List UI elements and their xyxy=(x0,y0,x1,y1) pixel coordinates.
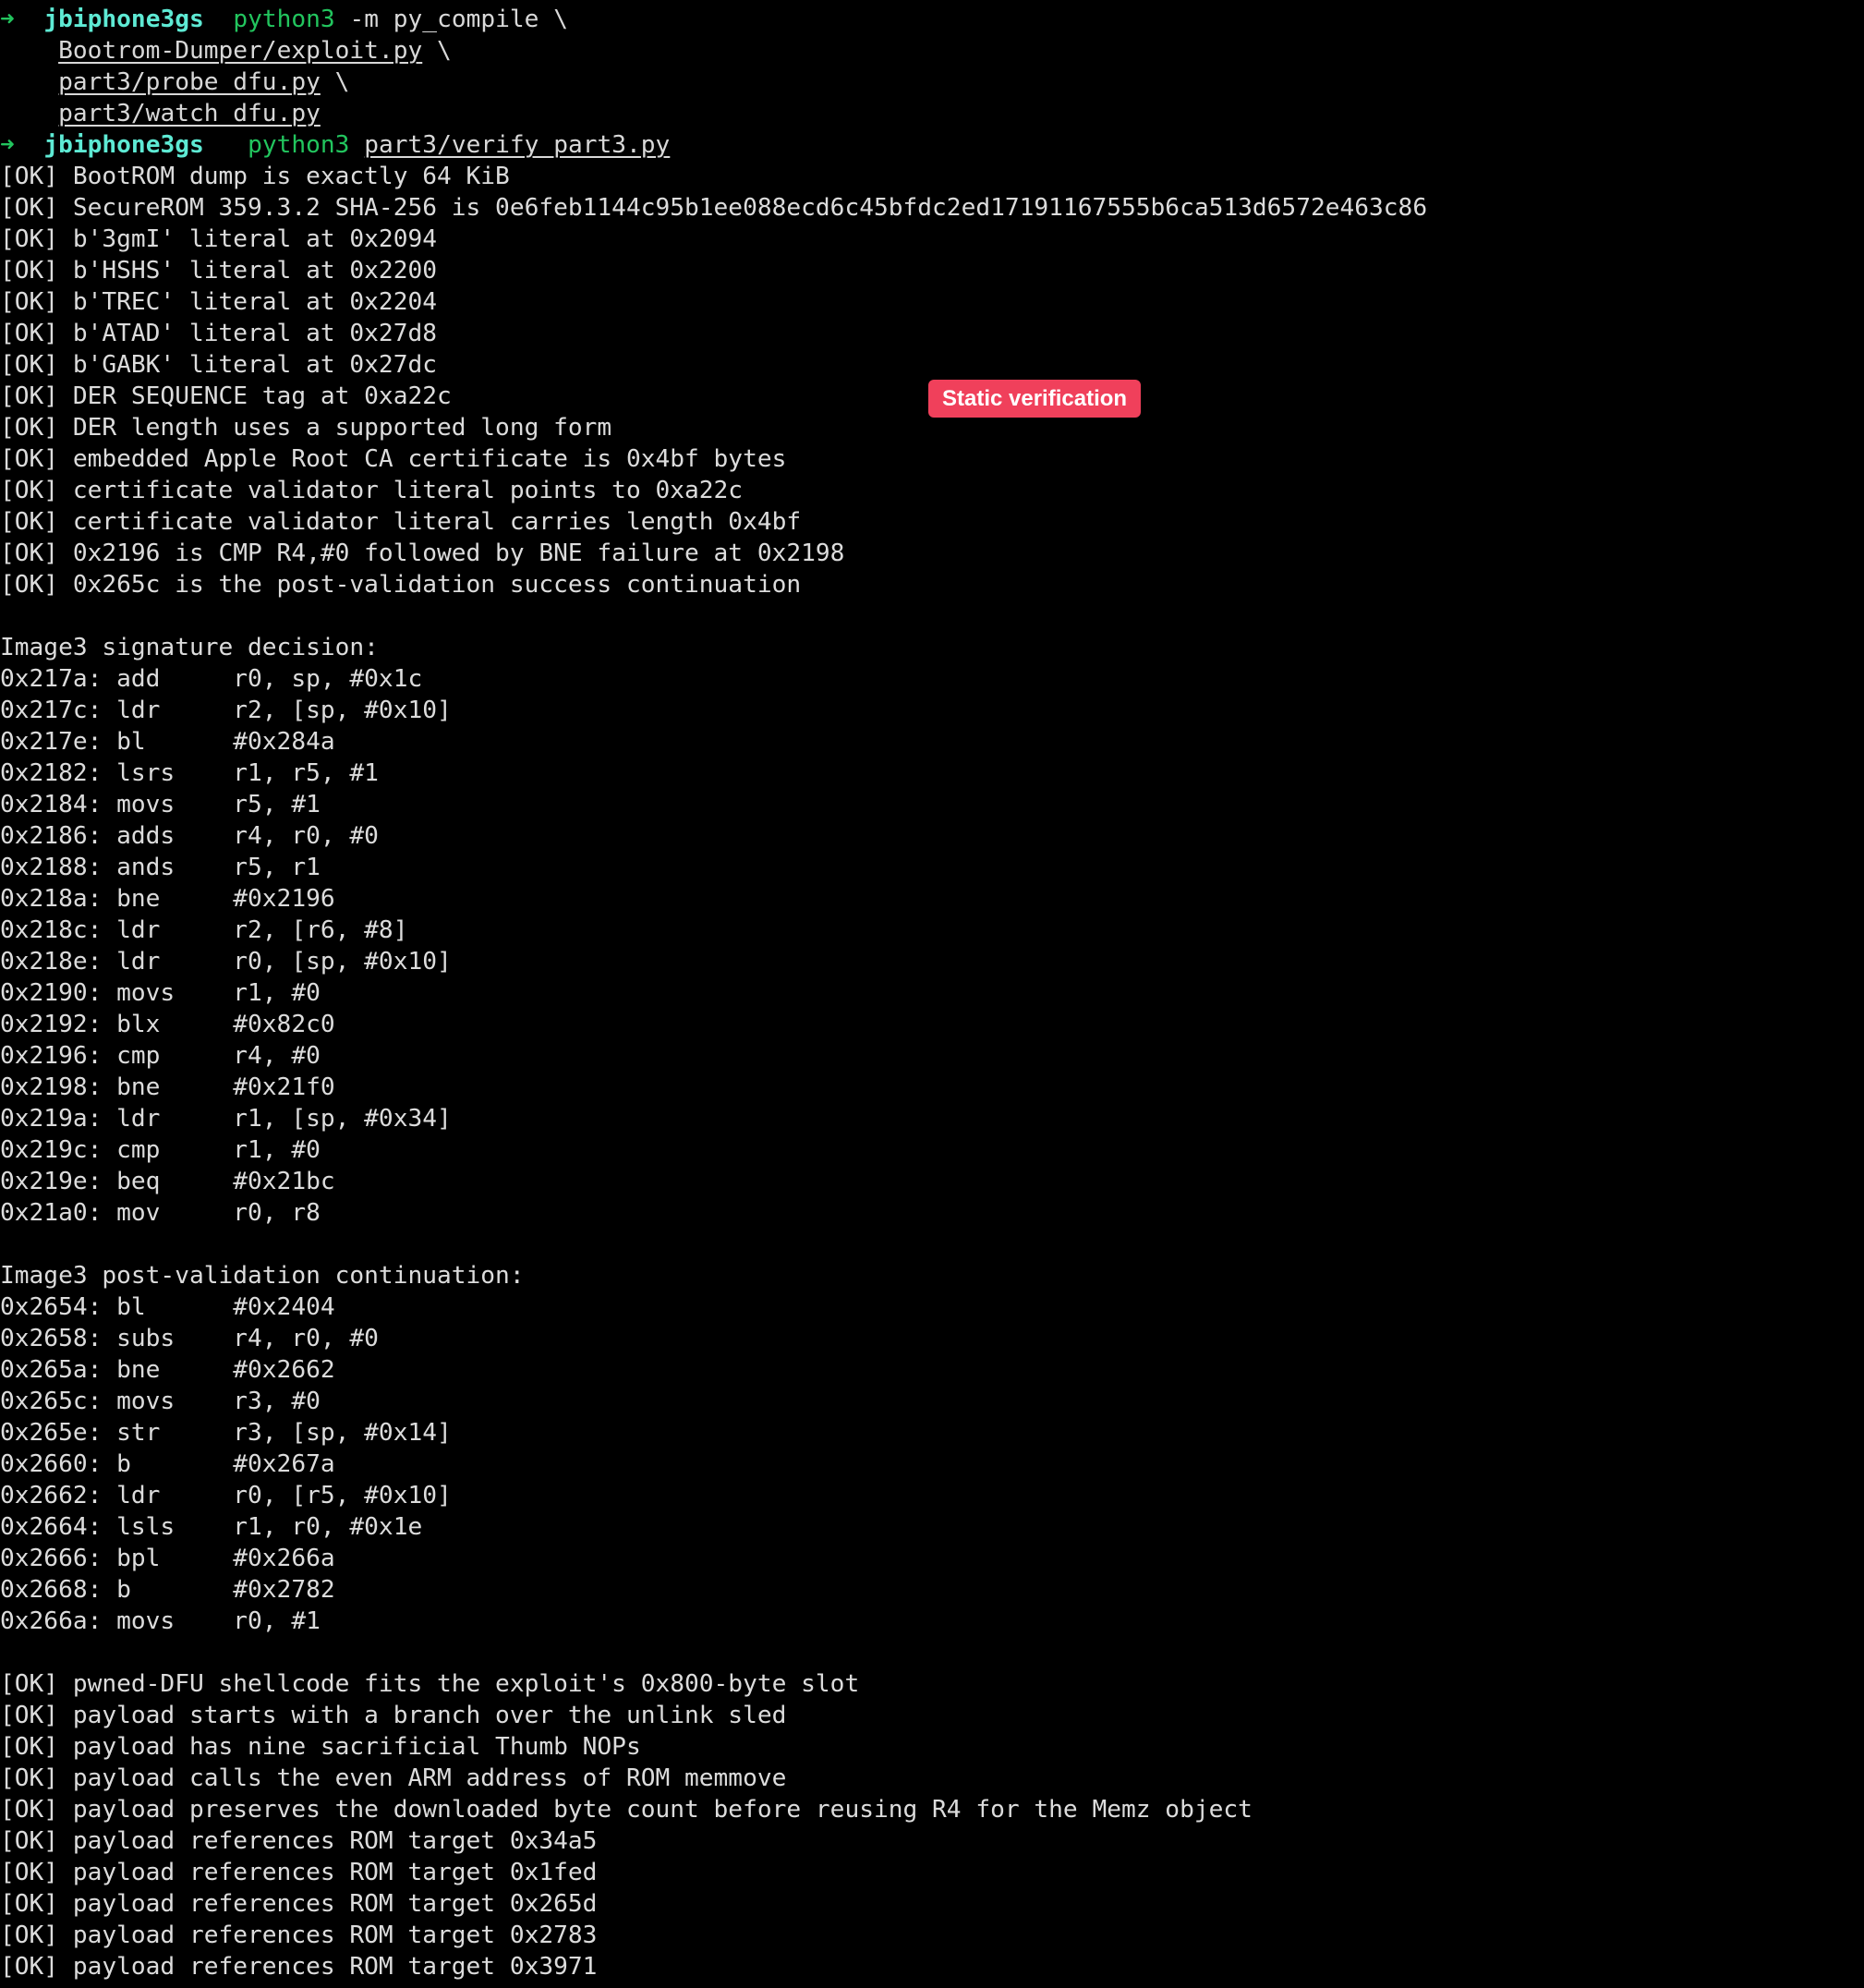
disasm-line: 0x218c: ldr r2, [r6, #8] xyxy=(0,916,408,944)
output-line: [OK] payload preserves the downloaded by… xyxy=(0,1796,1253,1824)
output-line: [OK] payload references ROM target 0x1fe… xyxy=(0,1859,598,1886)
command-continuation: part3/probe_dfu.py \ xyxy=(0,67,1864,98)
output-line: [OK] b'GABK' literal at 0x27dc xyxy=(0,351,437,379)
disasm-line: 0x2198: bne #0x21f0 xyxy=(0,1073,335,1101)
file-path-link[interactable]: part3/verify_part3.py xyxy=(364,131,670,159)
output-line: [OK] b'3gmI' literal at 0x2094 xyxy=(0,225,437,253)
prompt-host: jbiphone3gs xyxy=(43,131,204,159)
disasm-line: 0x2666: bpl #0x266a xyxy=(0,1545,335,1572)
disasm-line: 0x2188: ands r5, r1 xyxy=(0,854,321,881)
post-validation-block: Image3 post-validation continuation: 0x2… xyxy=(0,1260,1864,1637)
disasm-line: 0x2192: blx #0x82c0 xyxy=(0,1011,335,1038)
output-line: [OK] 0x2196 is CMP R4,#0 followed by BNE… xyxy=(0,539,845,567)
static-verification-badge: Static verification xyxy=(928,380,1142,418)
disasm-line: 0x2196: cmp r4, #0 xyxy=(0,1042,321,1070)
disasm-line: 0x219c: cmp r1, #0 xyxy=(0,1136,321,1164)
output-line: [OK] certificate validator literal carri… xyxy=(0,508,802,536)
prompt-arrow-icon: ➜ xyxy=(0,6,15,33)
disasm-line: 0x2654: bl #0x2404 xyxy=(0,1293,335,1321)
output-line: [OK] b'ATAD' literal at 0x27d8 xyxy=(0,320,437,347)
file-path-link[interactable]: part3/probe_dfu.py xyxy=(58,68,321,96)
output-line: [OK] payload starts with a branch over t… xyxy=(0,1702,787,1729)
output-line: [OK] SecureROM 359.3.2 SHA-256 is 0e6feb… xyxy=(0,194,1428,222)
disasm-line: 0x266a: movs r0, #1 xyxy=(0,1607,321,1635)
section-heading: Image3 signature decision: xyxy=(0,634,379,661)
output-line: [OK] b'HSHS' literal at 0x2200 xyxy=(0,257,437,285)
disasm-line: 0x2186: adds r4, r0, #0 xyxy=(0,822,379,850)
section-heading: Image3 post-validation continuation: xyxy=(0,1262,525,1290)
command-continuation: part3/watch_dfu.py xyxy=(0,98,1864,129)
payload-checks-block: [OK] pwned-DFU shellcode fits the exploi… xyxy=(0,1668,1864,1982)
disasm-line: 0x219e: beq #0x21bc xyxy=(0,1168,335,1195)
disasm-line: 0x217e: bl #0x284a xyxy=(0,728,335,756)
disasm-line: 0x217c: ldr r2, [sp, #0x10] xyxy=(0,697,452,724)
disasm-line: 0x2660: b #0x267a xyxy=(0,1450,335,1478)
output-line: [OK] 0x265c is the post-validation succe… xyxy=(0,571,802,599)
command-args: -m py_compile \ xyxy=(349,6,568,33)
line-continuation: \ xyxy=(437,37,452,65)
output-line: [OK] payload has nine sacrificial Thumb … xyxy=(0,1733,641,1761)
output-line: [OK] payload references ROM target 0x278… xyxy=(0,1921,598,1949)
command-continuation: Bootrom-Dumper/exploit.py \ xyxy=(0,35,1864,67)
output-line: [OK] payload references ROM target 0x265… xyxy=(0,1890,598,1918)
output-line: [OK] payload calls the even ARM address … xyxy=(0,1764,787,1792)
disasm-line: 0x2664: lsls r1, r0, #0x1e xyxy=(0,1513,423,1541)
command-line-2: ➜ jbiphone3gs python3 part3/verify_part3… xyxy=(0,129,1864,161)
file-path-link[interactable]: part3/watch_dfu.py xyxy=(58,100,321,127)
command-program: python3 xyxy=(233,6,335,33)
prompt-host: jbiphone3gs xyxy=(43,6,204,33)
disasm-line: 0x2668: b #0x2782 xyxy=(0,1576,335,1604)
output-line: [OK] certificate validator literal point… xyxy=(0,477,744,504)
disasm-line: 0x218a: bne #0x2196 xyxy=(0,885,335,913)
output-line: [OK] payload references ROM target 0x397… xyxy=(0,1953,598,1981)
disasm-line: 0x21a0: mov r0, r8 xyxy=(0,1199,321,1227)
disasm-line: 0x2182: lsrs r1, r5, #1 xyxy=(0,759,379,787)
disasm-line: 0x218e: ldr r0, [sp, #0x10] xyxy=(0,948,452,976)
signature-decision-block: Image3 signature decision: 0x217a: add r… xyxy=(0,632,1864,1229)
output-line: [OK] BootROM dump is exactly 64 KiB xyxy=(0,163,510,190)
terminal-output: ➜ jbiphone3gs python3 -m py_compile \ Bo… xyxy=(0,4,1864,1982)
output-line: [OK] pwned-DFU shellcode fits the exploi… xyxy=(0,1670,860,1698)
output-line: [OK] b'TREC' literal at 0x2204 xyxy=(0,288,437,316)
disasm-line: 0x219a: ldr r1, [sp, #0x34] xyxy=(0,1105,452,1133)
disasm-line: 0x2658: subs r4, r0, #0 xyxy=(0,1325,379,1352)
disasm-line: 0x265a: bne #0x2662 xyxy=(0,1356,335,1384)
prompt-arrow-icon: ➜ xyxy=(0,131,15,159)
disasm-line: 0x217a: add r0, sp, #0x1c xyxy=(0,665,423,693)
output-line: [OK] payload references ROM target 0x34a… xyxy=(0,1827,598,1855)
file-path-link[interactable]: Bootrom-Dumper/exploit.py xyxy=(58,37,422,65)
output-line: [OK] embedded Apple Root CA certificate … xyxy=(0,445,787,473)
disasm-line: 0x265c: movs r3, #0 xyxy=(0,1388,321,1415)
command-line-1: ➜ jbiphone3gs python3 -m py_compile \ xyxy=(0,4,1864,35)
disasm-line: 0x2184: movs r5, #1 xyxy=(0,791,321,818)
disasm-line: 0x265e: str r3, [sp, #0x14] xyxy=(0,1419,452,1447)
command-program: python3 xyxy=(248,131,350,159)
line-continuation: \ xyxy=(334,68,350,96)
disasm-line: 0x2662: ldr r0, [r5, #0x10] xyxy=(0,1482,452,1509)
disasm-line: 0x2190: movs r1, #0 xyxy=(0,979,321,1007)
